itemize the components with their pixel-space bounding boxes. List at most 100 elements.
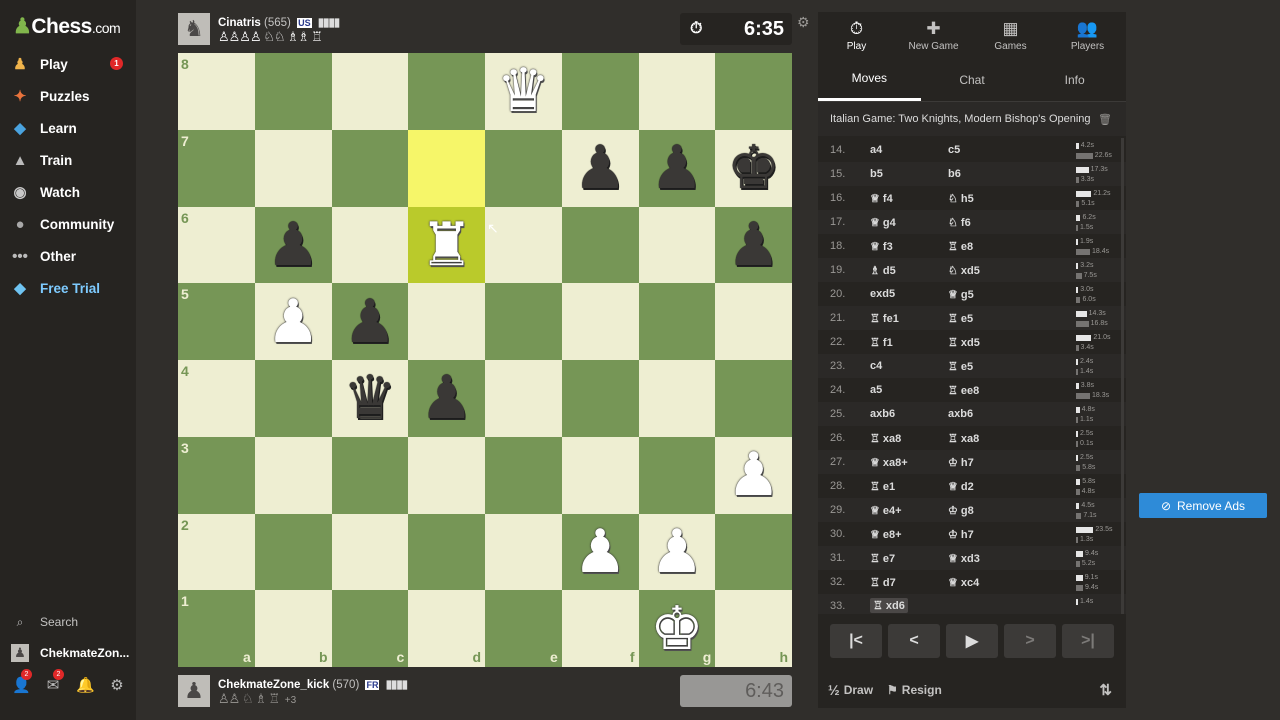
- square-d7[interactable]: [408, 129, 485, 207]
- square-a6[interactable]: 6: [178, 206, 255, 284]
- square-e7[interactable]: [485, 129, 562, 207]
- square-a8[interactable]: 8: [178, 53, 255, 130]
- square-b6[interactable]: ♟: [254, 206, 332, 284]
- white-move[interactable]: ♖ fe1: [870, 312, 899, 325]
- next-move-button[interactable]: >: [1004, 624, 1056, 658]
- white-pawn-icon[interactable]: ♟: [650, 522, 704, 582]
- black-move[interactable]: c5: [948, 144, 960, 156]
- white-move[interactable]: axb6: [870, 408, 895, 420]
- square-b2[interactable]: [254, 513, 332, 591]
- white-move[interactable]: ♖ xd6: [870, 598, 908, 613]
- square-h1[interactable]: h: [715, 590, 792, 667]
- white-move[interactable]: ♗ d5: [870, 264, 896, 277]
- black-pawn-icon[interactable]: ♟: [420, 368, 474, 428]
- friends-icon[interactable]: 👤 2: [12, 669, 32, 694]
- square-b3[interactable]: [254, 436, 332, 514]
- white-move[interactable]: ♖ xa8: [870, 432, 901, 445]
- square-c1[interactable]: c: [331, 590, 409, 667]
- square-a4[interactable]: 4: [178, 360, 255, 437]
- white-move[interactable]: ♕ f3: [870, 240, 893, 253]
- sidebar-item-community[interactable]: ● Community: [0, 208, 136, 240]
- square-g6[interactable]: [638, 206, 716, 284]
- square-f1[interactable]: f: [561, 590, 639, 667]
- square-h7[interactable]: ♚: [715, 129, 792, 207]
- sidebar-item-free-trial[interactable]: ◆ Free Trial: [0, 272, 136, 304]
- white-move[interactable]: ♕ g4: [870, 216, 896, 229]
- square-c6[interactable]: [331, 206, 409, 284]
- square-f2[interactable]: ♟: [561, 513, 639, 591]
- previous-move-button[interactable]: <: [888, 624, 940, 658]
- black-move[interactable]: ♖ xd5: [948, 336, 980, 349]
- first-move-button[interactable]: |<: [830, 624, 882, 658]
- square-f3[interactable]: [561, 436, 639, 514]
- square-a2[interactable]: 2: [178, 513, 255, 591]
- black-pawn-icon[interactable]: ♟: [573, 138, 627, 198]
- move-list-scrollbar[interactable]: [1121, 138, 1124, 614]
- play-button[interactable]: ▶: [946, 624, 998, 658]
- top-player-avatar[interactable]: ♞: [178, 13, 210, 45]
- square-d1[interactable]: d: [408, 590, 485, 667]
- sidebar-item-learn[interactable]: ◆ Learn: [0, 112, 136, 144]
- black-move[interactable]: b6: [948, 168, 961, 180]
- square-h6[interactable]: ♟: [715, 206, 792, 284]
- square-d2[interactable]: [408, 513, 485, 591]
- square-d3[interactable]: [408, 436, 485, 514]
- square-e3[interactable]: [485, 436, 562, 514]
- opening-name[interactable]: Italian Game: Two Knights, Modern Bishop…: [830, 113, 1091, 125]
- black-move[interactable]: ♖ xa8: [948, 432, 979, 445]
- black-pawn-icon[interactable]: ♟: [650, 138, 704, 198]
- square-g5[interactable]: [638, 283, 716, 360]
- square-f7[interactable]: ♟: [561, 129, 639, 207]
- square-e2[interactable]: [485, 513, 562, 591]
- square-e8[interactable]: ♛: [485, 53, 562, 130]
- top-player-name[interactable]: Cinatris: [218, 17, 261, 29]
- black-queen-icon[interactable]: ♛: [343, 368, 397, 428]
- white-move[interactable]: b5: [870, 168, 883, 180]
- sidebar-item-watch[interactable]: ◉ Watch: [0, 176, 136, 208]
- white-pawn-icon[interactable]: ♟: [573, 522, 627, 582]
- square-b1[interactable]: b: [254, 590, 332, 667]
- chess-com-logo[interactable]: ♟Chess.com: [13, 14, 121, 39]
- settings-icon[interactable]: ⚙: [108, 676, 126, 694]
- square-h2[interactable]: [715, 513, 792, 591]
- resign-button[interactable]: ⚑ Resign: [887, 683, 942, 697]
- white-move[interactable]: ♕ e8+: [870, 528, 902, 541]
- square-f8[interactable]: [561, 53, 639, 130]
- white-pawn-icon[interactable]: ♟: [266, 292, 320, 352]
- sidebar-item-puzzles[interactable]: ✦ Puzzles: [0, 80, 136, 112]
- square-c4[interactable]: ♛: [331, 360, 409, 437]
- tab-info[interactable]: Info: [1023, 58, 1126, 101]
- square-d8[interactable]: [408, 53, 485, 130]
- white-move[interactable]: ♖ f1: [870, 336, 893, 349]
- black-move[interactable]: ♕ xc4: [948, 576, 979, 589]
- white-move[interactable]: a5: [870, 384, 882, 396]
- square-b8[interactable]: [254, 53, 332, 130]
- tab-players[interactable]: 👥 Players: [1049, 12, 1126, 58]
- black-move[interactable]: ♕ xd3: [948, 552, 980, 565]
- black-pawn-icon[interactable]: ♟: [343, 292, 397, 352]
- tab-play[interactable]: ⏱ Play: [818, 12, 895, 58]
- square-g3[interactable]: [638, 436, 716, 514]
- black-move[interactable]: ♕ g5: [948, 288, 974, 301]
- white-move[interactable]: ♖ e1: [870, 480, 895, 493]
- last-move-button[interactable]: >|: [1062, 624, 1114, 658]
- square-d6[interactable]: ♜: [408, 206, 485, 284]
- white-king-icon[interactable]: ♚: [650, 599, 704, 659]
- square-a1[interactable]: 1a: [178, 590, 255, 667]
- square-g2[interactable]: ♟: [638, 513, 716, 591]
- remove-ads-button[interactable]: ⊘ Remove Ads: [1139, 493, 1267, 518]
- square-g7[interactable]: ♟: [638, 129, 716, 207]
- square-c8[interactable]: [331, 53, 409, 130]
- draw-button[interactable]: ½ Draw: [828, 682, 873, 698]
- square-c3[interactable]: [331, 436, 409, 514]
- black-move[interactable]: ♕ d2: [948, 480, 974, 493]
- black-move[interactable]: ♘ xd5: [948, 264, 980, 277]
- square-g1[interactable]: g ♚: [638, 590, 716, 667]
- black-move[interactable]: ♔ g8: [948, 504, 974, 517]
- sidebar-search[interactable]: ⌕ Search: [0, 612, 136, 632]
- square-c7[interactable]: [331, 129, 409, 207]
- white-pawn-icon[interactable]: ♟: [727, 445, 781, 505]
- black-move[interactable]: ♖ e5: [948, 312, 973, 325]
- white-move[interactable]: ♖ e7: [870, 552, 895, 565]
- notifications-icon[interactable]: 🔔: [76, 676, 95, 694]
